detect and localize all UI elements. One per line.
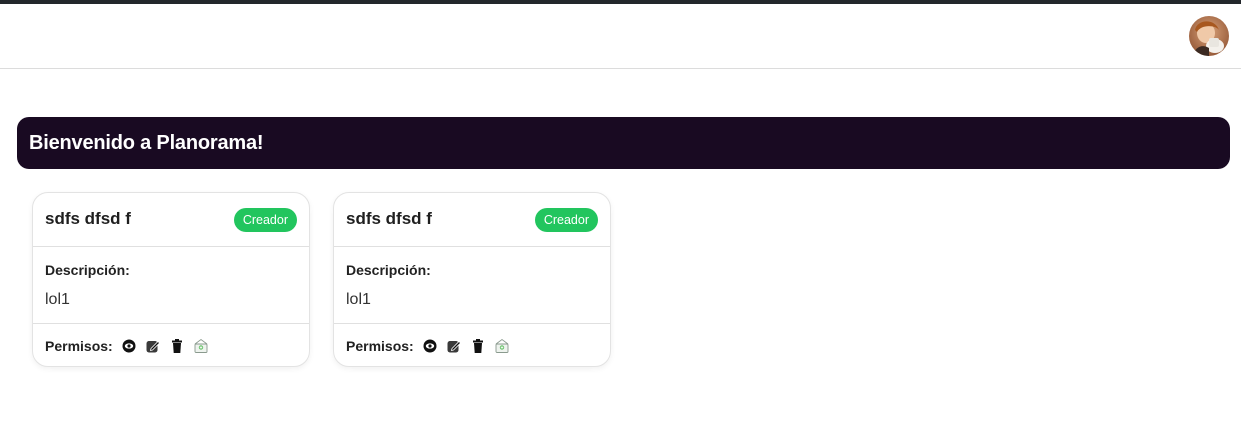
edit-icon[interactable] [145,338,161,354]
card-body: Descripción: lol1 [334,247,610,324]
project-card[interactable]: sdfs dfsd f Creador Descripción: lol1 Pe… [32,192,310,367]
share-icon[interactable] [193,338,209,354]
card-footer: Permisos: [334,324,610,368]
role-badge: Creador [233,208,297,232]
eye-icon[interactable] [422,338,438,354]
role-badge: Creador [534,208,598,232]
permissions-label: Permisos: [45,338,113,354]
trash-icon[interactable] [169,338,185,354]
welcome-banner: Bienvenido a Planorama! [17,117,1230,169]
card-header: sdfs dfsd f Creador [334,193,610,247]
avatar-photo-icon [1189,16,1229,56]
header [0,4,1241,69]
project-card[interactable]: sdfs dfsd f Creador Descripción: lol1 Pe… [333,192,611,367]
description-label: Descripción: [346,262,431,278]
share-icon[interactable] [494,338,510,354]
trash-icon[interactable] [470,338,486,354]
permissions-label: Permisos: [346,338,414,354]
edit-icon[interactable] [446,338,462,354]
welcome-title: Bienvenido a Planorama! [29,131,264,154]
card-title: sdfs dfsd f [45,209,131,228]
description-value: lol1 [346,291,371,308]
eye-icon[interactable] [121,338,137,354]
user-avatar[interactable] [1189,16,1229,56]
description-value: lol1 [45,291,70,308]
card-footer: Permisos: [33,324,309,368]
card-body: Descripción: lol1 [33,247,309,324]
description-label: Descripción: [45,262,130,278]
card-title: sdfs dfsd f [346,209,432,228]
card-header: sdfs dfsd f Creador [33,193,309,247]
